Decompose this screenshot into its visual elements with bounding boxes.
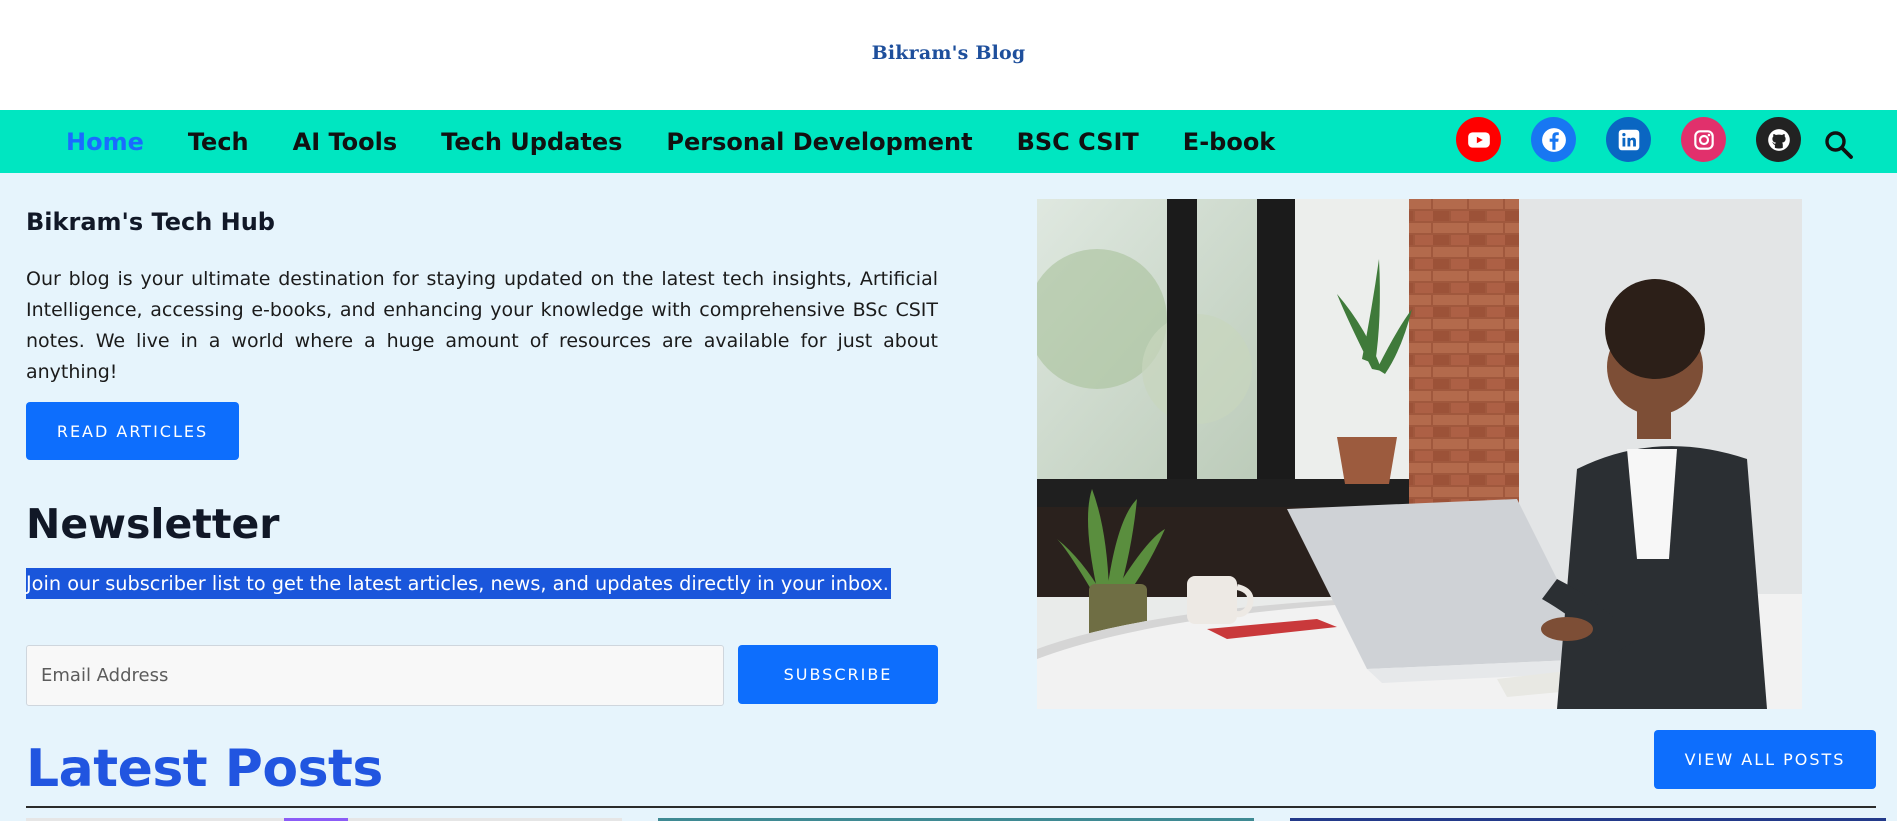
- site-logo[interactable]: Bikram's Blog: [0, 42, 1897, 64]
- newsletter-title: Newsletter: [26, 500, 280, 548]
- site-header: Bikram's Blog: [0, 0, 1897, 110]
- nav-item-tech-updates[interactable]: Tech Updates: [419, 128, 644, 156]
- hero-image: [1037, 199, 1802, 709]
- nav-item-bsc-csit[interactable]: BSC CSIT: [995, 128, 1161, 156]
- email-field[interactable]: [26, 645, 724, 706]
- nav-item-ai-tools[interactable]: AI Tools: [271, 128, 420, 156]
- latest-posts-title: Latest Posts: [26, 739, 383, 799]
- youtube-icon[interactable]: [1456, 117, 1501, 162]
- instagram-icon[interactable]: [1681, 117, 1726, 162]
- view-all-posts-button[interactable]: VIEW ALL POSTS: [1654, 730, 1876, 789]
- facebook-icon[interactable]: [1531, 117, 1576, 162]
- linkedin-icon[interactable]: [1606, 117, 1651, 162]
- subscribe-button[interactable]: SUBSCRIBE: [738, 645, 938, 704]
- newsletter-description: Join our subscriber list to get the late…: [26, 568, 891, 599]
- section-divider: [26, 806, 1876, 808]
- nav-item-home[interactable]: Home: [44, 128, 166, 156]
- hero-title: Bikram's Tech Hub: [26, 208, 275, 236]
- hero-description: Our blog is your ultimate destination fo…: [26, 268, 938, 383]
- read-articles-button[interactable]: READ ARTICLES: [26, 402, 239, 460]
- nav-item-personal-development[interactable]: Personal Development: [644, 128, 994, 156]
- nav-item-tech[interactable]: Tech: [166, 128, 271, 156]
- social-links: [1456, 117, 1801, 162]
- nav-item-e-book[interactable]: E-book: [1161, 128, 1297, 156]
- github-icon[interactable]: [1756, 117, 1801, 162]
- nav-links: Home Tech AI Tools Tech Updates Personal…: [44, 110, 1297, 173]
- search-icon[interactable]: [1822, 128, 1856, 162]
